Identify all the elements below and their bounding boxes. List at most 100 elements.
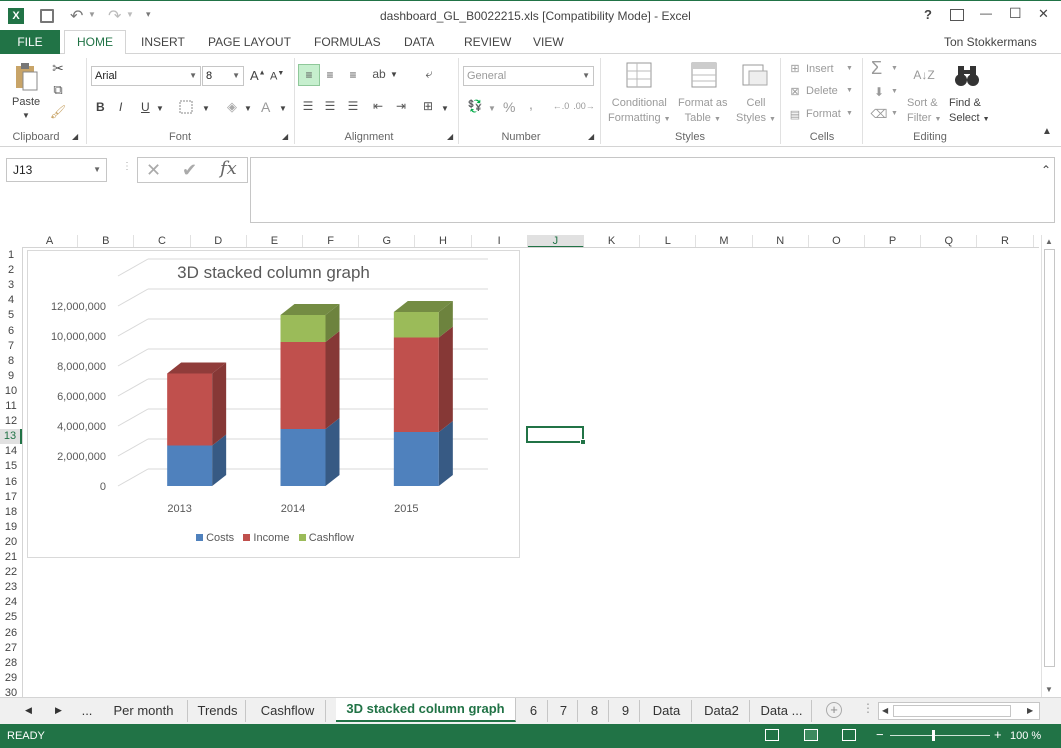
- zoom-out-icon[interactable]: −: [876, 727, 884, 742]
- hscroll-right-icon[interactable]: ▶: [1027, 706, 1033, 715]
- tab-home[interactable]: HOME: [64, 30, 126, 55]
- sheet-tab-8[interactable]: 9: [612, 700, 640, 722]
- row-header-11[interactable]: 11: [0, 399, 22, 414]
- paste-icon[interactable]: [12, 62, 40, 92]
- scroll-right-icon[interactable]: ▶: [55, 705, 62, 716]
- row-header-4[interactable]: 4: [0, 293, 22, 308]
- decrease-indent-icon[interactable]: ⇤: [370, 98, 386, 114]
- insert-cells-icon[interactable]: ⊞: [787, 61, 803, 75]
- tab-data[interactable]: DATA: [404, 33, 434, 54]
- row-header-17[interactable]: 17: [0, 490, 22, 505]
- accounting-dropdown-icon[interactable]: ▼: [488, 104, 496, 113]
- sheet-tab-4[interactable]: 3D stacked column graph: [336, 698, 516, 722]
- minimize-button[interactable]: —: [980, 6, 992, 20]
- hscroll-thumb[interactable]: [893, 705, 1011, 717]
- zoom-level[interactable]: 100 %: [1010, 730, 1041, 742]
- sheet-tab-11[interactable]: Data ...: [752, 700, 812, 722]
- row-header-10[interactable]: 10: [0, 384, 22, 399]
- horizontal-scrollbar[interactable]: ◀ ▶: [878, 702, 1040, 720]
- merge-center-icon[interactable]: ⊞: [420, 98, 436, 114]
- formula-input[interactable]: [250, 157, 1055, 223]
- tab-review[interactable]: REVIEW: [464, 33, 511, 54]
- save-icon[interactable]: [40, 9, 54, 23]
- format-dropdown-icon[interactable]: ▼: [846, 110, 853, 117]
- delete-dropdown-icon[interactable]: ▼: [846, 87, 853, 94]
- name-box[interactable]: J13 ▼: [6, 158, 107, 182]
- row-header-27[interactable]: 27: [0, 641, 22, 656]
- number-launcher-icon[interactable]: ◢: [588, 132, 594, 141]
- row-header-23[interactable]: 23: [0, 580, 22, 595]
- insert-dropdown-icon[interactable]: ▼: [846, 65, 853, 72]
- tab-view[interactable]: VIEW: [533, 33, 564, 54]
- increase-indent-icon[interactable]: ⇥: [393, 98, 409, 114]
- autosum-icon[interactable]: Σ: [871, 58, 882, 79]
- page-break-view-icon[interactable]: [842, 729, 856, 741]
- normal-view-icon[interactable]: [765, 729, 779, 741]
- row-header-8[interactable]: 8: [0, 354, 22, 369]
- row-header-20[interactable]: 20: [0, 535, 22, 550]
- enter-icon[interactable]: ✔: [182, 160, 197, 181]
- align-center-icon[interactable]: ☰: [322, 98, 338, 114]
- undo-icon[interactable]: ↶: [70, 6, 83, 26]
- row-header-7[interactable]: 7: [0, 339, 22, 354]
- row-header-15[interactable]: 15: [0, 459, 22, 474]
- row-header-28[interactable]: 28: [0, 656, 22, 671]
- format-cells-button[interactable]: Format: [806, 108, 841, 120]
- scroll-down-icon[interactable]: ▼: [1045, 685, 1053, 694]
- paste-button[interactable]: Paste: [12, 96, 40, 108]
- fill-color-icon[interactable]: ◈: [224, 99, 240, 115]
- font-color-dropdown-icon[interactable]: ▼: [279, 104, 287, 113]
- scroll-up-icon[interactable]: ▲: [1045, 237, 1053, 246]
- font-name-combo[interactable]: Arial ▼: [91, 66, 201, 86]
- orientation-dropdown-icon[interactable]: ▼: [390, 70, 398, 79]
- tab-file[interactable]: FILE: [0, 30, 60, 54]
- clear-icon[interactable]: ⌫: [871, 106, 888, 122]
- shrink-font-icon[interactable]: A▼: [270, 70, 284, 83]
- chart[interactable]: 3D stacked column graph 0 2,000,000 4,000,…: [27, 250, 520, 558]
- zoom-slider[interactable]: [890, 735, 990, 736]
- zoom-in-icon[interactable]: +: [994, 727, 1002, 742]
- conditional-formatting-icon[interactable]: [624, 60, 654, 90]
- sheet-tab-3[interactable]: Cashflow: [250, 700, 326, 722]
- wrap-text-icon[interactable]: ⤶: [420, 65, 438, 83]
- close-button[interactable]: ✕: [1038, 6, 1049, 22]
- middle-align-icon[interactable]: ≡: [322, 67, 338, 83]
- more-sheets-button[interactable]: ...: [78, 700, 96, 722]
- cell-styles-button[interactable]: Cell Styles ▼: [736, 96, 776, 127]
- ribbon-display-icon[interactable]: [950, 9, 964, 21]
- clear-dropdown-icon[interactable]: ▼: [891, 110, 898, 117]
- row-header-2[interactable]: 2: [0, 263, 22, 278]
- row-header-9[interactable]: 9: [0, 369, 22, 384]
- cut-icon[interactable]: ✂: [50, 60, 66, 76]
- merge-dropdown-icon[interactable]: ▼: [441, 104, 449, 113]
- row-header-14[interactable]: 14: [0, 444, 22, 459]
- autosum-dropdown-icon[interactable]: ▼: [891, 65, 898, 72]
- new-sheet-icon[interactable]: +: [826, 702, 842, 718]
- sheet-tab-2[interactable]: Trends: [190, 700, 246, 722]
- bottom-align-icon[interactable]: ≡: [345, 67, 361, 83]
- row-header-5[interactable]: 5: [0, 308, 22, 323]
- sort-filter-button[interactable]: Sort & Filter ▼: [907, 96, 941, 127]
- clipboard-launcher-icon[interactable]: ◢: [72, 132, 78, 141]
- cancel-icon[interactable]: ✕: [146, 160, 161, 181]
- redo-icon[interactable]: ↷: [108, 6, 121, 26]
- orientation-icon[interactable]: ab: [370, 65, 388, 83]
- redo-dropdown-icon[interactable]: ▼: [126, 10, 134, 19]
- number-format-combo[interactable]: General ▼: [463, 66, 594, 86]
- sheet-tab-7[interactable]: 8: [581, 700, 609, 722]
- binoculars-icon[interactable]: [952, 60, 982, 90]
- collapse-ribbon-icon[interactable]: ▲: [1042, 126, 1052, 137]
- increase-decimal-icon[interactable]: ←.0: [552, 98, 570, 114]
- tab-insert[interactable]: INSERT: [141, 33, 185, 54]
- row-header-6[interactable]: 6: [0, 324, 22, 339]
- fill-dropdown-icon[interactable]: ▼: [891, 88, 898, 95]
- scroll-thumb[interactable]: [1044, 249, 1055, 667]
- help-button[interactable]: ?: [924, 7, 932, 22]
- underline-dropdown-icon[interactable]: ▼: [156, 104, 164, 113]
- font-launcher-icon[interactable]: ◢: [282, 132, 288, 141]
- italic-button[interactable]: I: [119, 100, 122, 114]
- scroll-left-icon[interactable]: ◀: [25, 705, 32, 716]
- row-header-24[interactable]: 24: [0, 595, 22, 610]
- alignment-launcher-icon[interactable]: ◢: [447, 132, 453, 141]
- page-layout-view-icon[interactable]: [804, 729, 818, 741]
